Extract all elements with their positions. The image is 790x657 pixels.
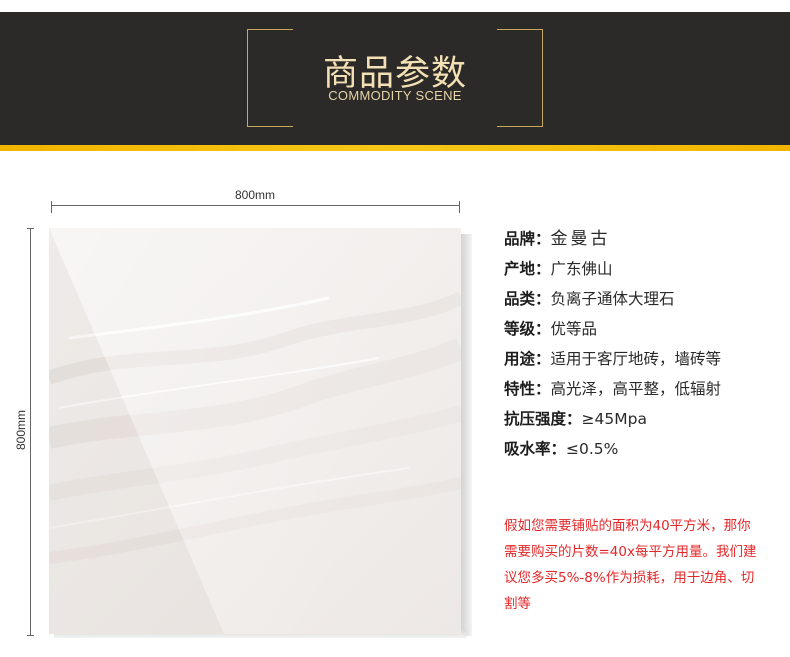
purchase-note: 假如您需要铺贴的面积为40平方米，那你需要购买的片数=40x每平方用量。我们建议… [504, 518, 757, 612]
width-dimension-label: 800mm [234, 188, 275, 202]
height-dimension-tick-bottom [27, 635, 34, 636]
tile-edge-shadow [460, 234, 472, 636]
spec-row-water-absorption: 吸水率：≤0.5% [504, 436, 784, 466]
spec-row-features: 特性：高光泽，高平整，低辐射 [504, 376, 784, 406]
spec-list: 品牌：金曼古 产地：广东佛山 品类：负离子通体大理石 等级：优等品 用途：适用于… [504, 226, 784, 466]
spec-row-usage: 用途：适用于客厅地砖，墙砖等 [504, 346, 784, 376]
top-strip [0, 0, 790, 12]
spec-value: 适用于客厅地砖，墙砖等 [550, 350, 722, 368]
spec-row-grade: 等级：优等品 [504, 316, 784, 346]
spec-label: 抗压强度： [504, 410, 582, 428]
spec-value: ≤0.5% [566, 440, 619, 458]
spec-label: 产地： [504, 260, 551, 278]
spec-label: 等级： [504, 320, 551, 338]
spec-row-origin: 产地：广东佛山 [504, 256, 784, 286]
spec-label: 品牌： [504, 230, 551, 248]
spec-row-category: 品类：负离子通体大理石 [504, 286, 784, 316]
height-dimension-label: 800mm [14, 410, 28, 451]
spec-value: ≥45Mpa [581, 410, 647, 428]
spec-label: 用途： [504, 350, 551, 368]
width-dimension-line [51, 205, 460, 206]
spec-row-compressive-strength: 抗压强度：≥45Mpa [504, 406, 784, 436]
width-dimension-tick-left [51, 201, 52, 213]
spec-label: 品类： [504, 290, 551, 308]
gold-divider [0, 145, 790, 151]
marble-tile-image [49, 228, 461, 634]
spec-value: 负离子通体大理石 [550, 290, 675, 308]
height-dimension-tick-top [27, 228, 34, 229]
spec-value: 金曼古 [550, 229, 611, 249]
spec-value: 高光泽，高平整，低辐射 [550, 380, 722, 398]
spec-value: 广东佛山 [550, 260, 613, 278]
spec-label: 特性： [504, 380, 551, 398]
spec-row-brand: 品牌：金曼古 [504, 226, 784, 256]
width-dimension-tick-right [459, 201, 460, 213]
spec-label: 吸水率： [504, 440, 567, 458]
height-dimension-line [30, 228, 31, 635]
spec-value: 优等品 [550, 320, 598, 338]
section-subtitle: COMMODITY SCENE [328, 88, 462, 103]
